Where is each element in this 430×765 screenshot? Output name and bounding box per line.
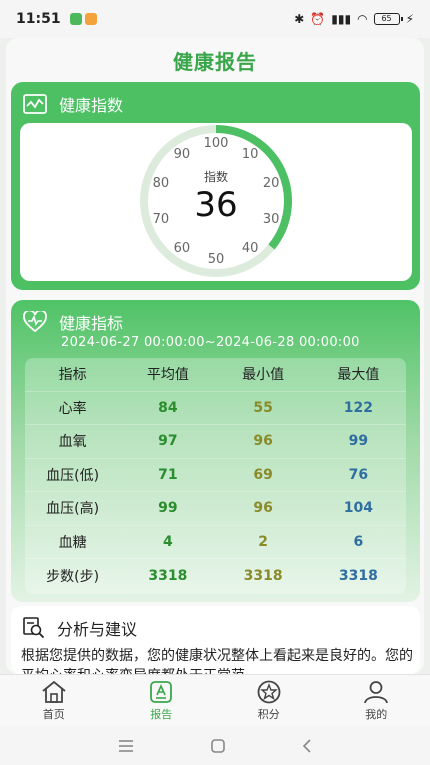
health-index-header: 健康指数 xyxy=(23,92,123,116)
row-label: 血压(高) xyxy=(46,501,100,518)
row-min: 2 xyxy=(258,533,268,550)
signal-icon: ▮▮▮ xyxy=(331,12,352,26)
health-index-title: 健康指数 xyxy=(59,96,124,115)
gauge-tick-label: 100 xyxy=(204,136,229,151)
tab-home[interactable]: 首页 xyxy=(0,675,108,726)
report-icon xyxy=(150,680,173,703)
page-title: 健康报告 xyxy=(173,50,257,74)
date-range: 2024-06-27 00:00:00~2024-06-28 00:00:00 xyxy=(61,335,360,350)
system-nav-bar xyxy=(0,726,430,765)
row-max: 76 xyxy=(348,466,369,483)
gauge-tick-label: 40 xyxy=(242,241,259,256)
gauge-svg: 100 10 20 30 40 50 60 70 80 90 指数36 xyxy=(140,125,292,277)
gauge-tick-label: 20 xyxy=(263,176,280,191)
status-time: 11:51 xyxy=(16,11,61,27)
row-avg: 4 xyxy=(163,533,173,550)
row-max: 104 xyxy=(343,500,373,517)
table-row: 血压(低) 71 69 76 xyxy=(25,459,406,492)
header-min: 最小值 xyxy=(242,367,285,384)
bluetooth-icon: ✱ xyxy=(294,12,305,26)
tab-points-label: 积分 xyxy=(257,707,280,721)
analysis-section: 分析与建议 根据您提供的数据，您的健康状况整体上看起来是良好的。您的平均心率和心… xyxy=(11,606,420,674)
row-label: 心率 xyxy=(58,400,87,417)
points-icon xyxy=(257,680,281,703)
app-notification-icon xyxy=(84,13,97,25)
health-index-card: 健康指数 100 10 20 30 40 50 60 70 80 90 指数 36 xyxy=(11,82,420,290)
row-min: 3318 xyxy=(243,567,283,584)
gauge-tick-label: 10 xyxy=(242,147,259,162)
alarm-icon: ⏰ xyxy=(310,12,326,26)
row-min: 69 xyxy=(253,466,273,483)
row-label: 血氧 xyxy=(58,434,87,451)
analysis-header: 分析与建议 xyxy=(23,616,137,640)
row-max: 99 xyxy=(348,433,369,450)
bottom-tab-bar: 首页 报告 积分 我的 xyxy=(0,674,430,726)
tab-points[interactable]: 积分 xyxy=(215,675,323,726)
gauge-tick-label: 50 xyxy=(208,252,225,267)
menu-icon[interactable] xyxy=(117,739,135,753)
gauge-tick-label: 90 xyxy=(174,147,191,162)
row-avg: 84 xyxy=(158,399,178,416)
health-metrics-card: 健康指标 2024-06-27 00:00:00~2024-06-28 00:0… xyxy=(11,300,420,602)
table-header-row: 指标 平均值 最小值 最大值 xyxy=(25,358,406,392)
charging-icon: ⚡ xyxy=(405,12,414,26)
tab-report[interactable]: 报告 xyxy=(108,675,216,726)
gauge-center-label: 指数 xyxy=(204,169,228,184)
row-label: 血压(低) xyxy=(46,467,100,484)
header-avg: 平均值 xyxy=(146,367,189,384)
row-max: 3318 xyxy=(338,567,378,584)
row-label: 血糖 xyxy=(58,534,87,551)
table-row: 血压(高) 99 96 104 xyxy=(25,492,406,526)
gauge-tick-label: 70 xyxy=(153,212,170,227)
home-icon xyxy=(42,680,66,703)
status-bar: 11:51 ✱ ⏰ ▮▮▮ ◠ 65 ⚡ xyxy=(0,0,430,38)
health-metrics-title: 健康指标 xyxy=(59,314,124,333)
header-metric: 指标 xyxy=(58,367,87,384)
row-avg: 3318 xyxy=(148,567,188,584)
row-min: 96 xyxy=(253,433,273,450)
row-avg: 71 xyxy=(158,466,178,483)
analysis-title: 分析与建议 xyxy=(57,620,138,639)
health-metrics-header: 健康指标 xyxy=(23,310,123,334)
row-avg: 97 xyxy=(158,433,178,450)
header-max: 最大值 xyxy=(337,367,380,384)
row-max: 6 xyxy=(353,533,364,550)
wechat-notification-icon xyxy=(69,13,82,25)
wifi-icon: ◠ xyxy=(357,12,368,26)
tab-home-label: 首页 xyxy=(42,707,65,721)
battery-icon: 65 xyxy=(373,13,403,25)
report-page: 健康报告 健康指数 100 10 20 30 40 50 60 70 80 90 指数 36 健康指标… xyxy=(6,38,424,674)
home-square-icon[interactable] xyxy=(210,738,226,754)
tab-report-label: 报告 xyxy=(150,707,173,721)
trend-chart-icon xyxy=(23,94,47,114)
table-row: 心率 84 55 122 xyxy=(25,392,406,425)
gauge-tick-label: 80 xyxy=(153,176,170,191)
analysis-search-icon xyxy=(23,617,45,639)
tab-mine-label: 我的 xyxy=(365,707,388,721)
row-label: 步数(步) xyxy=(46,568,100,585)
table-row: 血糖 4 2 6 xyxy=(25,526,406,559)
heart-pulse-icon xyxy=(23,311,47,333)
row-max: 122 xyxy=(343,399,373,416)
back-icon[interactable] xyxy=(301,738,313,754)
row-min: 55 xyxy=(253,399,273,416)
gauge-tick-label: 30 xyxy=(263,212,280,227)
row-min: 96 xyxy=(253,500,273,517)
metrics-table: 指标 平均值 最小值 最大值 心率 84 55 122 血氧 97 96 99 … xyxy=(25,358,406,594)
health-index-gauge: 100 10 20 30 40 50 60 70 80 90 指数 36 xyxy=(20,123,412,281)
gauge-tick-label: 60 xyxy=(174,241,191,256)
analysis-text: 根据您提供的数据，您的健康状况整体上看起来是良好的。您的平均心率和心率变异度都处… xyxy=(21,648,413,674)
row-avg: 99 xyxy=(158,500,178,517)
user-icon xyxy=(364,680,389,703)
table-row: 血氧 97 96 99 xyxy=(25,425,406,459)
gauge-value: 36 xyxy=(194,185,237,225)
table-row: 步数(步) 3318 3318 3318 xyxy=(25,559,406,593)
tab-mine[interactable]: 我的 xyxy=(323,675,430,726)
